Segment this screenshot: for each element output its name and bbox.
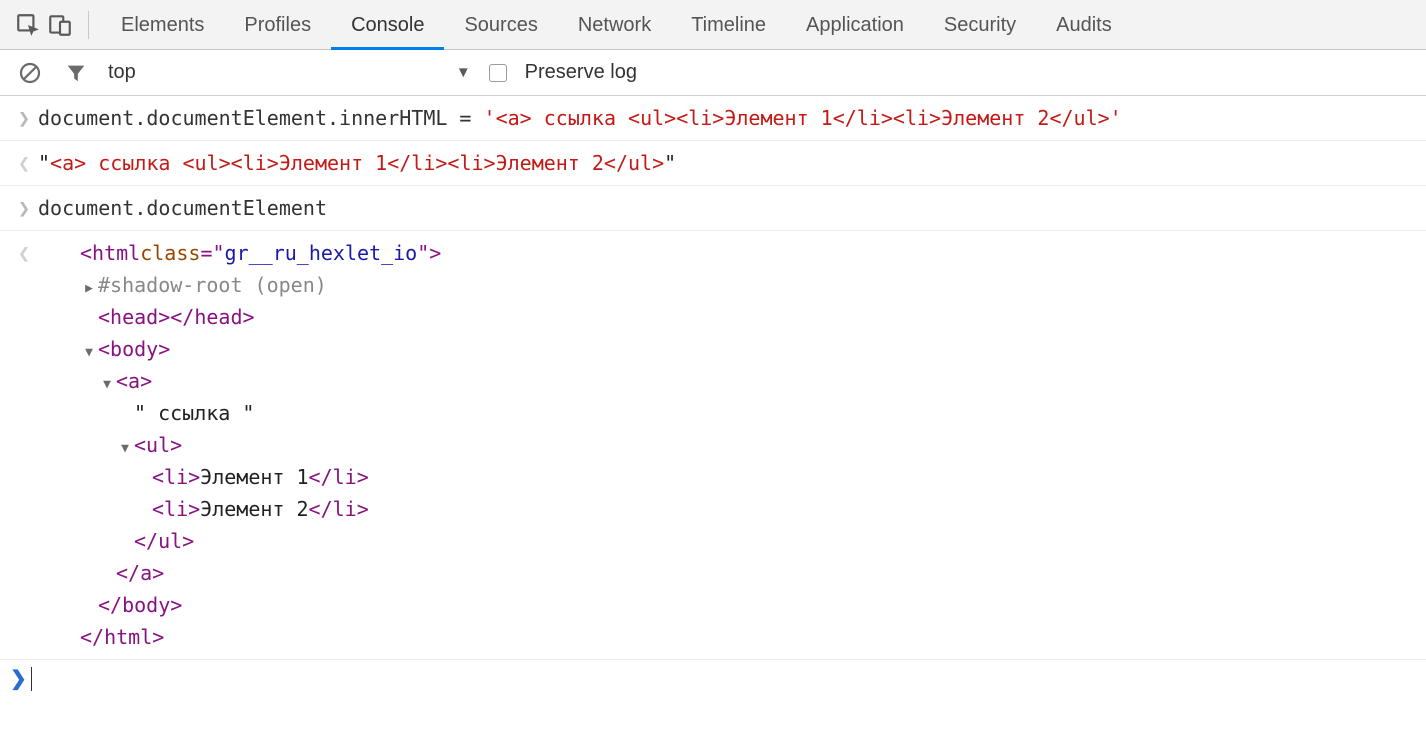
prompt-chevron-icon [10, 666, 27, 691]
code-token: document.documentElement.innerHTML = [38, 106, 484, 130]
code-token: #shadow-root (open) [98, 269, 327, 301]
execution-context-select[interactable]: top ▼ [108, 61, 471, 84]
tab-audits[interactable]: Audits [1036, 0, 1132, 50]
code-token: " ссылка " [134, 397, 254, 429]
dom-tree-line[interactable]: " ссылка " [38, 397, 1416, 429]
code-token: =" [200, 237, 224, 269]
code-token: <a> ссылка <ul><li>Элемент 1</li><li>Эле… [50, 151, 664, 175]
code-token: <ul> [134, 429, 182, 461]
tab-console[interactable]: Console [331, 0, 444, 50]
code-token: " [38, 151, 50, 175]
tab-profiles[interactable]: Profiles [224, 0, 331, 50]
console-toolbar: top ▼ Preserve log [0, 50, 1426, 96]
dom-tree: <html class="gr__ru_hexlet_io">▶#shadow-… [38, 237, 1416, 653]
code-token: <li> [152, 461, 200, 493]
code-token: </ul> [134, 525, 194, 557]
code-token: <html [80, 237, 140, 269]
filter-icon[interactable] [62, 59, 90, 87]
tab-network[interactable]: Network [558, 0, 671, 50]
console-dom-output-row: <html class="gr__ru_hexlet_io">▶#shadow-… [0, 231, 1426, 660]
tabstrip-separator [88, 11, 89, 39]
execution-context-label: top [108, 61, 136, 84]
code-token: <li> [152, 493, 200, 525]
device-toolbar-icon[interactable] [44, 9, 76, 41]
console-line-content: document.documentElement [38, 192, 1416, 224]
tab-sources[interactable]: Sources [444, 0, 557, 50]
code-token: document.documentElement [38, 196, 327, 220]
code-token: </li> [309, 493, 369, 525]
code-token: "> [417, 237, 441, 269]
dom-tree-line[interactable]: ▶#shadow-root (open) [38, 269, 1416, 301]
dom-tree-line[interactable]: ▼<ul> [38, 429, 1416, 461]
code-token: <head></head> [98, 301, 255, 333]
console-prompt[interactable] [0, 660, 1426, 697]
dom-tree-line[interactable]: ▼<body> [38, 333, 1416, 365]
disclosure-open-icon[interactable]: ▼ [116, 439, 134, 460]
inspect-element-icon[interactable] [12, 9, 44, 41]
code-token: class [140, 237, 200, 269]
output-chevron-icon [10, 237, 38, 269]
preserve-log-label: Preserve log [525, 61, 637, 84]
code-token: " [664, 151, 676, 175]
console-line-content: "<a> ссылка <ul><li>Элемент 1</li><li>Эл… [38, 147, 1416, 179]
console-input-row: document.documentElement [0, 186, 1426, 231]
dom-tree-line[interactable]: </a> [38, 557, 1416, 589]
dom-tree-line[interactable]: ▼<a> [38, 365, 1416, 397]
code-token: gr__ru_hexlet_io [225, 237, 418, 269]
dom-tree-line[interactable]: </body> [38, 589, 1416, 621]
console-output-area: document.documentElement.innerHTML = '<a… [0, 96, 1426, 660]
dom-tree-line[interactable]: <head></head> [38, 301, 1416, 333]
disclosure-closed-icon[interactable]: ▶ [80, 279, 98, 300]
input-chevron-icon [10, 192, 38, 224]
code-token: </html> [80, 621, 164, 653]
input-chevron-icon [10, 102, 38, 134]
dom-tree-line[interactable]: <li>Элемент 2</li> [38, 493, 1416, 525]
tab-timeline[interactable]: Timeline [671, 0, 786, 50]
clear-console-icon[interactable] [16, 59, 44, 87]
prompt-cursor [31, 667, 32, 691]
code-token: </li> [309, 461, 369, 493]
dom-tree-line[interactable]: </html> [38, 621, 1416, 653]
disclosure-open-icon[interactable]: ▼ [98, 375, 116, 396]
code-token: <body> [98, 333, 170, 365]
console-output-row: "<a> ссылка <ul><li>Элемент 1</li><li>Эл… [0, 141, 1426, 186]
chevron-down-icon: ▼ [456, 64, 471, 81]
code-token: <a> [116, 365, 152, 397]
tab-elements[interactable]: Elements [101, 0, 224, 50]
code-token: Элемент 2 [200, 493, 308, 525]
code-token: '<a> ссылка <ul><li>Элемент 1</li><li>Эл… [484, 106, 1122, 130]
devtools-tabstrip: Elements Profiles Console Sources Networ… [0, 0, 1426, 50]
tab-application[interactable]: Application [786, 0, 924, 50]
console-line-content: document.documentElement.innerHTML = '<a… [38, 102, 1416, 134]
dom-tree-line[interactable]: </ul> [38, 525, 1416, 557]
tab-security[interactable]: Security [924, 0, 1036, 50]
code-token: </a> [116, 557, 164, 589]
disclosure-open-icon[interactable]: ▼ [80, 343, 98, 364]
dom-tree-line[interactable]: <html class="gr__ru_hexlet_io"> [38, 237, 1416, 269]
dom-tree-line[interactable]: <li>Элемент 1</li> [38, 461, 1416, 493]
code-token: Элемент 1 [200, 461, 308, 493]
console-input-row: document.documentElement.innerHTML = '<a… [0, 96, 1426, 141]
preserve-log-checkbox[interactable] [489, 64, 507, 82]
output-chevron-icon [10, 147, 38, 179]
code-token: </body> [98, 589, 182, 621]
